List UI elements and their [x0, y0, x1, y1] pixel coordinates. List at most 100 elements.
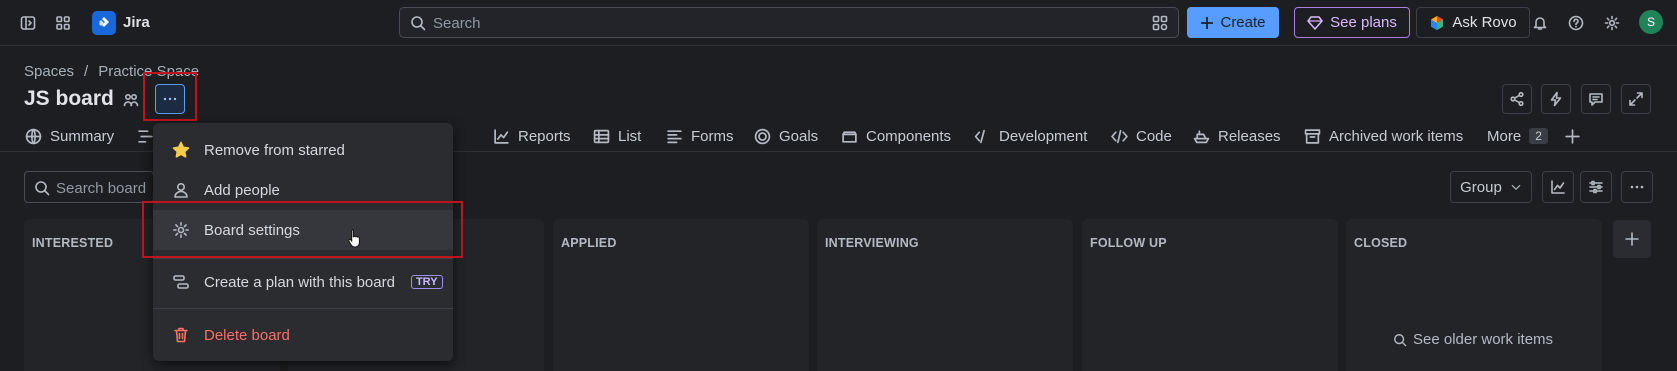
highlight-board-settings [142, 201, 463, 258]
sliders-icon [1589, 180, 1603, 194]
breadcrumb-spaces[interactable]: Spaces [24, 63, 74, 80]
expand-icon [1629, 92, 1643, 106]
menu-item-create-plan[interactable]: Create a plan with this board TRY [153, 262, 453, 302]
plus-icon [1201, 16, 1214, 29]
see-plans-label: See plans [1330, 14, 1397, 31]
group-label: Group [1460, 178, 1502, 196]
group-dropdown[interactable]: Group [1450, 171, 1532, 203]
search-icon [411, 16, 426, 31]
tab-label: Components [866, 127, 952, 145]
timeline-icon [138, 129, 153, 143]
feedback-button[interactable] [1581, 84, 1611, 114]
hand-cursor-icon [348, 229, 360, 248]
menu-divider [153, 308, 453, 309]
breadcrumb-separator: / [84, 63, 89, 80]
chart-line-icon [1551, 180, 1565, 194]
tab-label: Code [1136, 127, 1172, 145]
tab-archived-work-items[interactable]: Archived work items [1304, 122, 1463, 150]
more-count-badge: 2 [1529, 128, 1548, 144]
tab-reports[interactable]: Reports [493, 122, 571, 150]
ship-icon [1193, 129, 1210, 143]
tab-development[interactable]: Development [974, 122, 1087, 150]
share-button[interactable] [1502, 84, 1532, 114]
fullscreen-button[interactable] [1621, 84, 1651, 114]
sidebar-toggle-icon[interactable] [15, 10, 41, 36]
insights-button[interactable] [1542, 171, 1574, 203]
tab-label: Summary [50, 127, 115, 145]
menu-item-label: Remove from starred [204, 141, 345, 159]
tab-label: More [1487, 127, 1522, 145]
tab-label: Development [999, 127, 1088, 145]
app-switcher-icon[interactable] [50, 10, 76, 36]
board-column-applied: APPLIED [553, 219, 809, 371]
board-search-input[interactable]: Search board [24, 171, 154, 203]
add-tab-button[interactable] [1564, 122, 1581, 150]
tab-label: Releases [1218, 127, 1281, 145]
tab-goals[interactable]: Goals [754, 122, 818, 150]
search-placeholder: Search [433, 15, 481, 32]
tab-releases[interactable]: Releases [1193, 122, 1281, 150]
tab-label: Reports [518, 127, 571, 145]
list-icon [593, 129, 610, 143]
star-icon [172, 141, 190, 158]
column-title[interactable]: FOLLOW UP [1090, 236, 1167, 250]
tab-timeline[interactable] [137, 122, 154, 150]
automation-button[interactable] [1541, 84, 1571, 114]
notifications-bell-icon[interactable] [1527, 10, 1553, 36]
page-title: JS board [24, 87, 114, 110]
see-plans-button[interactable]: See plans [1294, 7, 1410, 38]
tab-label: Forms [691, 127, 734, 145]
tab-more[interactable]: More 2 [1487, 122, 1548, 150]
ask-rovo-button[interactable]: Ask Rovo [1416, 7, 1530, 38]
column-title[interactable]: INTERESTED [32, 236, 113, 250]
tab-components[interactable]: Components [841, 122, 951, 150]
chevron-down-icon [1511, 184, 1521, 190]
search-filters-icon[interactable] [1152, 15, 1168, 31]
column-title[interactable]: APPLIED [561, 236, 617, 250]
gem-icon [1307, 15, 1323, 30]
help-icon[interactable] [1563, 10, 1589, 36]
target-icon [754, 128, 771, 144]
archive-icon [1304, 128, 1321, 144]
board-column-follow-up: FOLLOW UP [1082, 219, 1338, 371]
menu-item-delete-board[interactable]: Delete board [153, 315, 453, 355]
tab-code[interactable]: Code [1111, 122, 1172, 150]
ask-rovo-label: Ask Rovo [1452, 14, 1517, 31]
column-title[interactable]: CLOSED [1354, 236, 1407, 250]
search-icon [1394, 333, 1407, 346]
board-toolbar-more-button[interactable] [1621, 171, 1653, 203]
board-column-interviewing: INTERVIEWING [817, 219, 1073, 371]
plus-icon [1625, 232, 1639, 246]
globe-icon [25, 128, 42, 144]
menu-item-label: Delete board [204, 326, 290, 344]
create-button[interactable]: Create [1187, 7, 1279, 38]
team-people-button[interactable] [117, 86, 145, 114]
tab-list[interactable]: List [593, 122, 641, 150]
lightning-icon [1550, 91, 1562, 107]
tab-forms[interactable]: Forms [666, 122, 734, 150]
plus-icon [1565, 128, 1580, 144]
person-icon [174, 182, 188, 198]
create-label: Create [1220, 14, 1266, 31]
search-icon [35, 181, 50, 196]
top-navigation-bar: Jira Search Create See plans Ask Rovo S [0, 0, 1677, 46]
add-column-button[interactable] [1613, 220, 1651, 258]
board-column-closed: CLOSED [1346, 219, 1602, 371]
trash-icon [174, 327, 188, 343]
search-input[interactable]: Search [399, 7, 1179, 38]
tab-summary[interactable]: Summary [25, 122, 114, 150]
menu-item-label: Add people [204, 181, 280, 199]
app-name[interactable]: Jira [123, 14, 150, 31]
settings-gear-icon[interactable] [1599, 10, 1625, 36]
view-settings-button[interactable] [1580, 171, 1612, 203]
menu-item-remove-from-starred[interactable]: Remove from starred [153, 130, 453, 170]
plan-icon [173, 275, 189, 289]
people-icon [123, 93, 139, 107]
code-icon [1111, 129, 1128, 143]
user-avatar[interactable]: S [1639, 10, 1663, 34]
menu-divider [153, 258, 453, 259]
column-title[interactable]: INTERVIEWING [825, 236, 919, 250]
tab-label: List [618, 127, 642, 145]
jira-logo-icon[interactable] [92, 11, 116, 35]
see-older-work-items-link[interactable]: See older work items [1393, 331, 1553, 348]
